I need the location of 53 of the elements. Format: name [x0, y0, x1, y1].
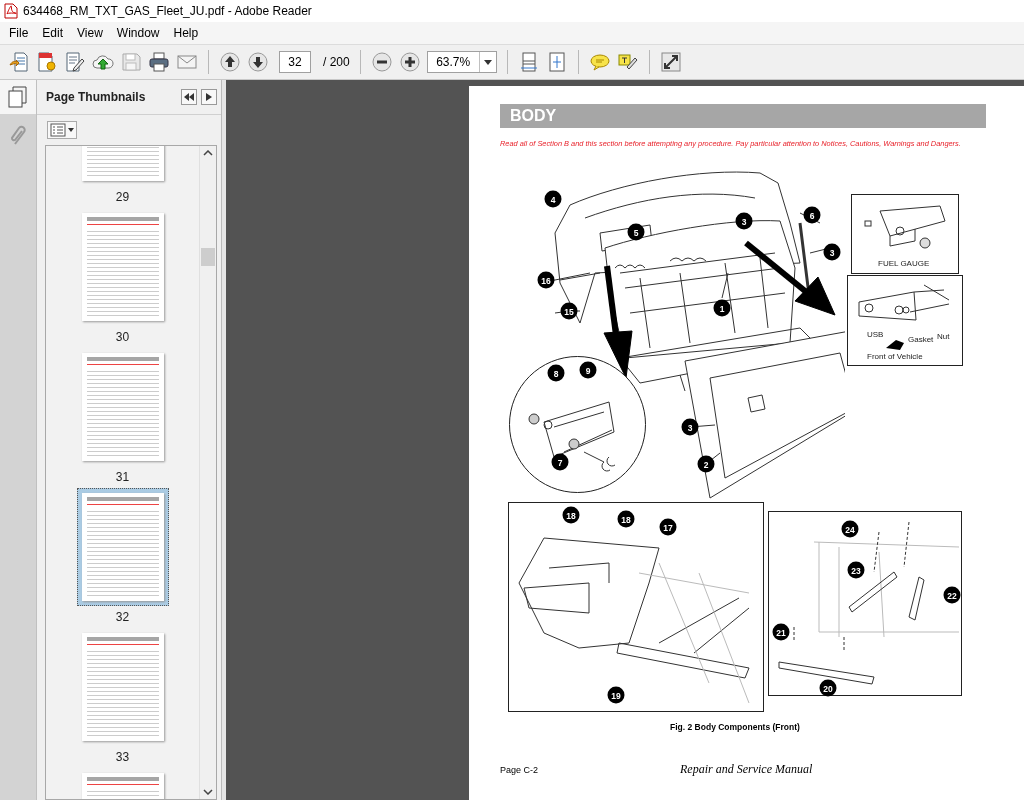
zoom-field[interactable]: 63.7%	[426, 51, 497, 73]
zoom-out-icon[interactable]	[370, 51, 393, 73]
window-title: 634468_RM_TXT_GAS_Fleet_JU.pdf - Adobe Reader	[23, 4, 312, 18]
page-label: 33	[115, 750, 130, 764]
menu-item[interactable]: Window	[109, 24, 167, 42]
menu-item[interactable]: Help	[166, 24, 206, 42]
arrow-icon	[886, 340, 904, 350]
inset-label: USB	[867, 330, 884, 339]
expand-icon[interactable]	[659, 51, 682, 73]
callout-number: 15	[560, 302, 578, 320]
section-heading: BODY	[500, 104, 986, 128]
pages-icon[interactable]	[8, 86, 28, 108]
caret-icon	[68, 128, 74, 132]
scrollbar-thumb[interactable]	[201, 248, 215, 266]
pdf-file-icon	[4, 3, 18, 19]
page-label: 29	[115, 190, 130, 204]
inset-label: Nut	[937, 332, 950, 341]
scroll-down-icon[interactable]	[203, 789, 213, 795]
list-options-icon	[50, 123, 66, 137]
callout-number: 2	[697, 455, 715, 473]
callout-number: 3	[681, 418, 699, 436]
double-left-icon	[184, 93, 194, 101]
callout-number: 4	[544, 190, 562, 208]
inset-label: Front of Vehicle	[867, 352, 923, 361]
menu-item[interactable]: File	[2, 24, 36, 42]
page-label: 31	[115, 470, 130, 484]
scroll-up-icon[interactable]	[203, 150, 213, 156]
expand-button[interactable]	[201, 89, 217, 105]
edit-document-icon[interactable]	[64, 51, 86, 73]
inset-label: Gasket	[908, 335, 934, 344]
callout-number: 6	[803, 206, 821, 224]
menu-item[interactable]: Edit	[35, 24, 71, 42]
menu-item[interactable]: View	[70, 24, 110, 42]
collapse-button[interactable]	[181, 89, 197, 105]
document-arrow-icon[interactable]	[8, 51, 30, 73]
page-number-field[interactable]: 32	[279, 51, 311, 73]
print-icon[interactable]	[148, 51, 170, 73]
figure-caption: Fig. 2 Body Components (Front)	[669, 722, 801, 732]
panel-title: Page Thumbnails	[46, 90, 147, 104]
page-label: 32	[115, 610, 130, 624]
callout-number: 16	[537, 271, 555, 289]
zoom-in-icon[interactable]	[398, 51, 421, 73]
callout-number: 3	[823, 243, 841, 261]
caret-icon	[483, 59, 492, 65]
page-number: Page C-2	[500, 765, 540, 775]
options-button[interactable]	[47, 121, 77, 139]
page-label: 30	[115, 330, 130, 344]
manual-title: Repair and Service Manual	[680, 762, 813, 777]
thumbnail[interactable]	[76, 488, 169, 606]
comment-icon[interactable]	[588, 51, 611, 73]
page-count: / 200	[323, 55, 350, 69]
right-triangle-icon	[206, 93, 212, 101]
inset-label: FUEL GAUGE	[878, 259, 930, 268]
